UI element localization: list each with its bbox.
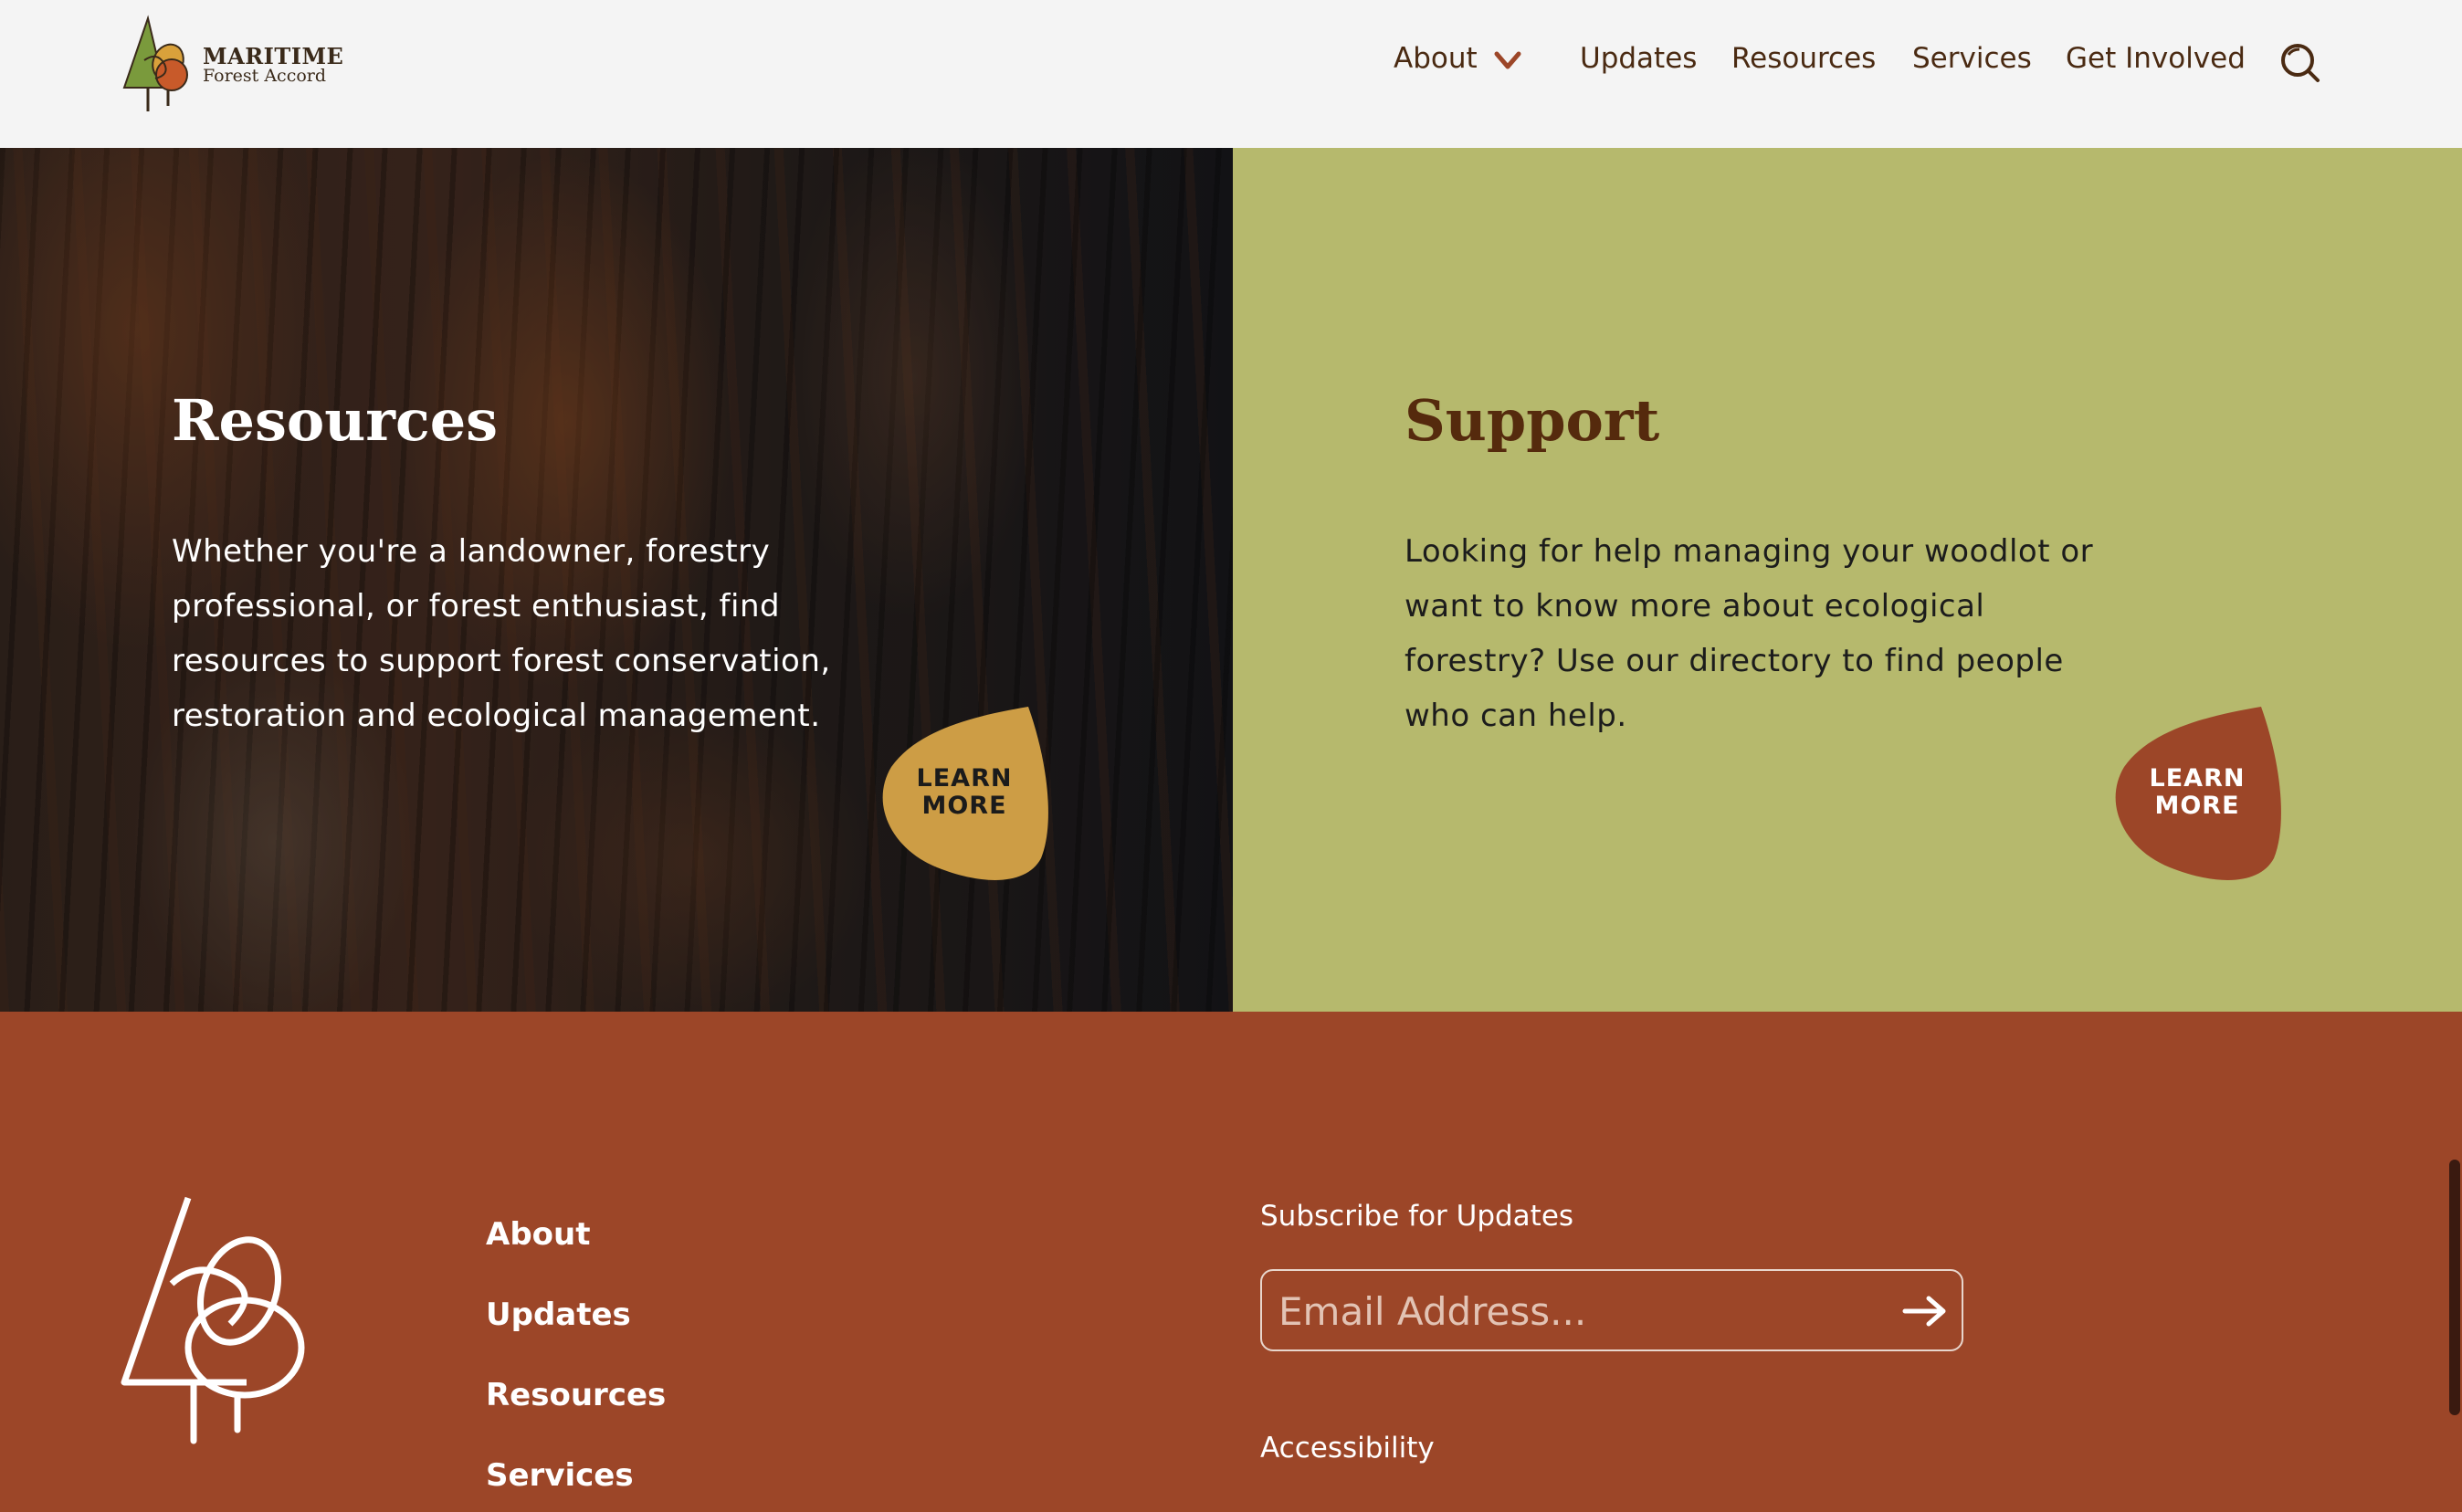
more-label: MORE: [2154, 792, 2240, 820]
footer-link-resources[interactable]: Resources: [486, 1377, 666, 1413]
tree-leaves-logo-icon: [122, 15, 188, 111]
resources-title: Resources: [172, 387, 499, 454]
resources-learn-more-button[interactable]: LEARN MORE: [873, 703, 1056, 886]
support-learn-more-button[interactable]: LEARN MORE: [2106, 703, 2288, 886]
footer-link-services[interactable]: Services: [486, 1457, 634, 1494]
nav-resources[interactable]: Resources: [1731, 42, 1876, 75]
nav-get-involved[interactable]: Get Involved: [2066, 42, 2246, 75]
chevron-down-icon[interactable]: [1494, 51, 1521, 69]
footer-link-accessibility[interactable]: Accessibility: [1260, 1432, 1435, 1465]
logo-subtitle: Forest Accord: [203, 66, 327, 86]
site-header: MARITIME Forest Accord About Updates Res…: [0, 0, 2462, 148]
search-icon[interactable]: [2278, 40, 2321, 84]
site-footer: [0, 1012, 2462, 1512]
support-title: Support: [1405, 387, 1660, 454]
support-description: Looking for help managing your woodlot o…: [1405, 533, 2094, 734]
nav-updates[interactable]: Updates: [1580, 42, 1697, 75]
learn-label: LEARN: [2149, 764, 2246, 793]
email-input[interactable]: [1278, 1282, 1863, 1340]
arrow-right-icon[interactable]: [1901, 1291, 1949, 1331]
nav-about[interactable]: About: [1394, 42, 1478, 75]
tree-leaves-outline-logo-icon: [121, 1196, 305, 1444]
site-logo[interactable]: MARITIME Forest Accord: [121, 15, 343, 115]
footer-link-updates[interactable]: Updates: [486, 1297, 631, 1333]
subscribe-label: Subscribe for Updates: [1260, 1200, 1574, 1233]
more-label: MORE: [921, 792, 1007, 820]
support-learn-more-label: LEARN MORE: [2142, 765, 2252, 820]
subscribe-form: [1260, 1269, 1963, 1351]
footer-link-about[interactable]: About: [486, 1216, 590, 1253]
resources-description: Whether you're a landowner, forestry pro…: [172, 533, 831, 734]
nav-services[interactable]: Services: [1912, 42, 2032, 75]
learn-label: LEARN: [916, 764, 1013, 793]
scrollbar-thumb[interactable]: [2449, 1160, 2460, 1415]
resources-learn-more-label: LEARN MORE: [910, 765, 1019, 820]
